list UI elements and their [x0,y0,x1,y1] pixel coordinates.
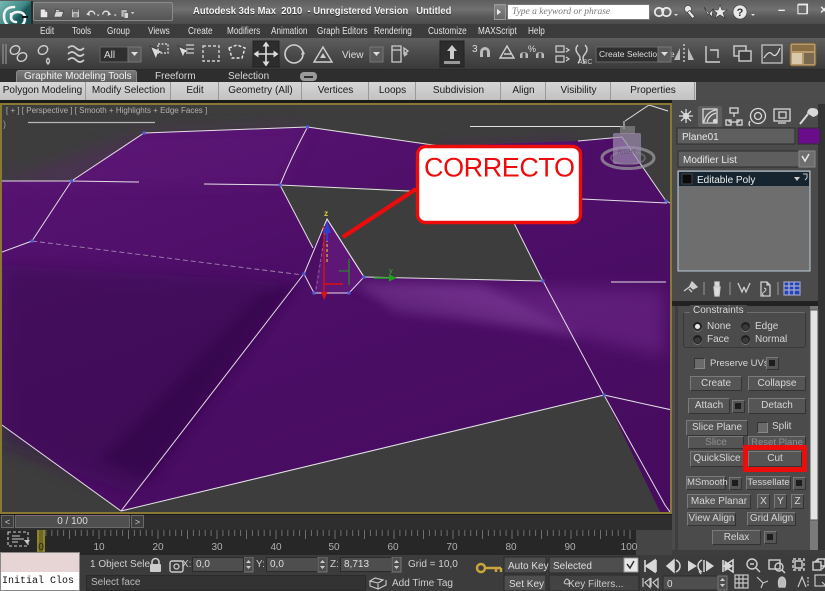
svg-text:y: y [389,266,393,275]
svg-text:10: 10 [93,542,105,553]
svg-text:60: 60 [387,542,399,553]
svg-text:Plane01: Plane01 [682,132,719,143]
svg-text:RIGHT: RIGHT [618,150,637,156]
svg-text:Auto Key: Auto Key [508,561,549,572]
svg-text:Selected: Selected [553,561,592,572]
svg-text:30: 30 [211,542,223,553]
svg-text:90: 90 [564,542,576,553]
svg-text:50: 50 [328,542,340,553]
svg-text:): ) [3,119,6,129]
svg-text:40: 40 [270,542,282,553]
svg-text:ABC: ABC [578,59,592,66]
svg-text:70: 70 [446,542,458,553]
svg-text:20: 20 [152,542,164,553]
svg-text:[ + ] [ Perspective ] [ Smooth: [ + ] [ Perspective ] [ Smooth + Highlig… [6,106,207,115]
svg-text:Modifier List: Modifier List [683,155,737,166]
svg-text:80: 80 [505,542,517,553]
svg-text:z: z [324,208,328,218]
svg-text:CORRECTO: CORRECTO [424,153,575,183]
svg-text:All: All [104,50,115,61]
svg-text:%: % [528,44,536,54]
svg-text:100: 100 [621,542,638,553]
svg-text:View: View [342,50,364,61]
svg-text:0: 0 [667,579,673,590]
svg-text:Set Key: Set Key [509,579,544,590]
svg-text:3: 3 [472,44,478,55]
svg-text:Editable Poly: Editable Poly [697,175,755,186]
svg-text:Key Filters...: Key Filters... [568,579,624,590]
svg-text:?: ? [737,7,744,19]
